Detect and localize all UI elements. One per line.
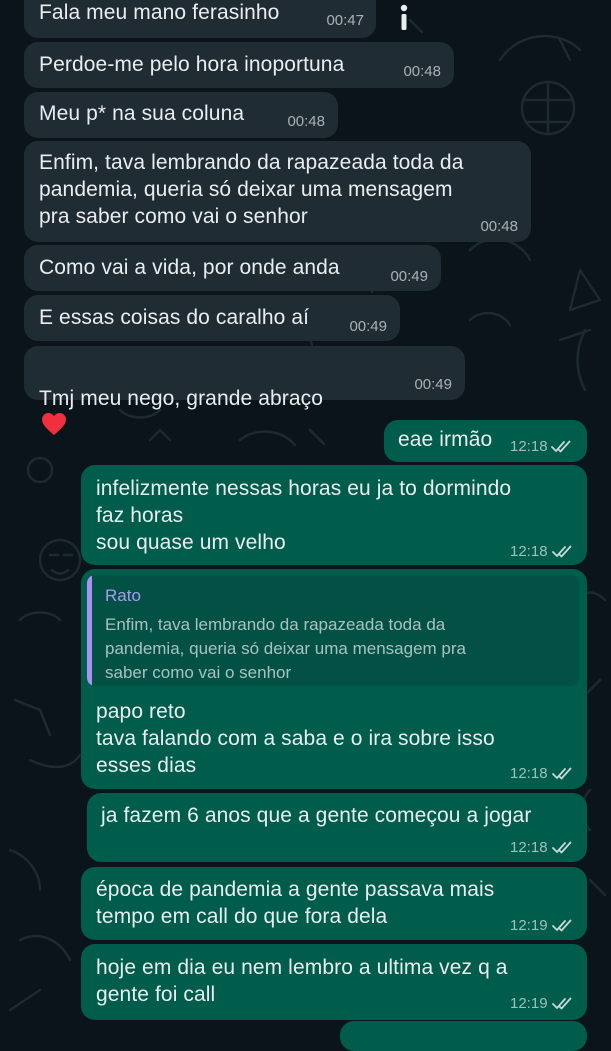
message-outgoing-reply[interactable]: Rato Enfim, tava lembrando da rapazeada …: [81, 569, 587, 789]
double-check-icon: [551, 440, 571, 453]
red-heart-emoji: [42, 413, 66, 435]
message-incoming[interactable]: Meu p* na sua coluna 00:48: [24, 92, 338, 138]
message-text: papo reto tava falando com a saba e o ir…: [96, 700, 495, 777]
message-time: 00:47: [326, 12, 364, 29]
message-incoming[interactable]: Enfim, tava lembrando da rapazeada toda …: [24, 141, 531, 242]
message-text-content: Tmj meu nego, grande abraço: [39, 387, 324, 410]
message-text: Enfim, tava lembrando da rapazeada toda …: [39, 151, 464, 228]
message-time: 00:49: [390, 268, 428, 285]
message-text: infelizmente nessas horas eu ja to dormi…: [96, 477, 512, 554]
message-time: 00:48: [480, 218, 518, 235]
message-incoming[interactable]: Como vai a vida, por onde anda 00:49: [24, 245, 441, 291]
double-check-icon: [552, 841, 572, 854]
quoted-text: Enfim, tava lembrando da rapazeada toda …: [105, 615, 466, 682]
quoted-message[interactable]: Rato Enfim, tava lembrando da rapazeada …: [87, 575, 579, 686]
message-text: época de pandemia a gente passava mais t…: [96, 878, 495, 928]
message-outgoing[interactable]: hoje em dia eu nem lembro a ultima vez q…: [81, 944, 587, 1020]
message-text: Como vai a vida, por onde anda: [39, 256, 340, 279]
double-check-icon: [552, 767, 572, 780]
message-outgoing-partial[interactable]: [340, 1021, 587, 1051]
quote-accent-bar: [87, 575, 92, 686]
message-incoming[interactable]: Fala meu mano ferasinho 00:47: [24, 0, 376, 38]
message-time: 00:48: [403, 63, 441, 80]
message-time: 12:19: [510, 917, 548, 934]
message-text: hoje em dia eu nem lembro a ultima vez q…: [96, 956, 508, 1006]
message-time: 12:18: [510, 839, 548, 856]
info-icon[interactable]: [394, 2, 414, 32]
message-time: 12:19: [510, 995, 548, 1012]
quoted-author: Rato: [105, 586, 141, 605]
message-incoming[interactable]: Perdoe-me pelo hora inoportuna 00:48: [24, 42, 454, 88]
message-text: Fala meu mano ferasinho: [39, 1, 280, 24]
message-time: 12:18: [510, 543, 548, 560]
message-text: Tmj meu nego, grande abraço: [39, 358, 323, 439]
message-outgoing[interactable]: eae irmão 12:18: [384, 420, 587, 462]
message-time: 00:48: [287, 113, 325, 130]
message-time: 00:49: [414, 376, 452, 393]
message-outgoing[interactable]: época de pandemia a gente passava mais t…: [81, 867, 587, 940]
message-time: 12:18: [510, 438, 548, 455]
message-incoming[interactable]: Tmj meu nego, grande abraço 00:49: [24, 346, 465, 435]
message-text: Perdoe-me pelo hora inoportuna: [39, 53, 345, 76]
double-check-icon: [552, 919, 572, 932]
message-text: ja fazem 6 anos que a gente começou a jo…: [101, 804, 532, 827]
message-outgoing[interactable]: infelizmente nessas horas eu ja to dormi…: [81, 465, 587, 565]
message-incoming[interactable]: E essas coisas do caralho aí 00:49: [24, 295, 400, 341]
message-text: eae irmão: [398, 428, 493, 451]
double-check-icon: [552, 545, 572, 558]
message-time: 00:49: [349, 318, 387, 335]
message-text: E essas coisas do caralho aí: [39, 306, 310, 329]
message-outgoing[interactable]: ja fazem 6 anos que a gente começou a jo…: [87, 793, 587, 862]
message-text: Meu p* na sua coluna: [39, 102, 245, 125]
double-check-icon: [552, 997, 572, 1010]
message-time: 12:18: [510, 765, 548, 782]
